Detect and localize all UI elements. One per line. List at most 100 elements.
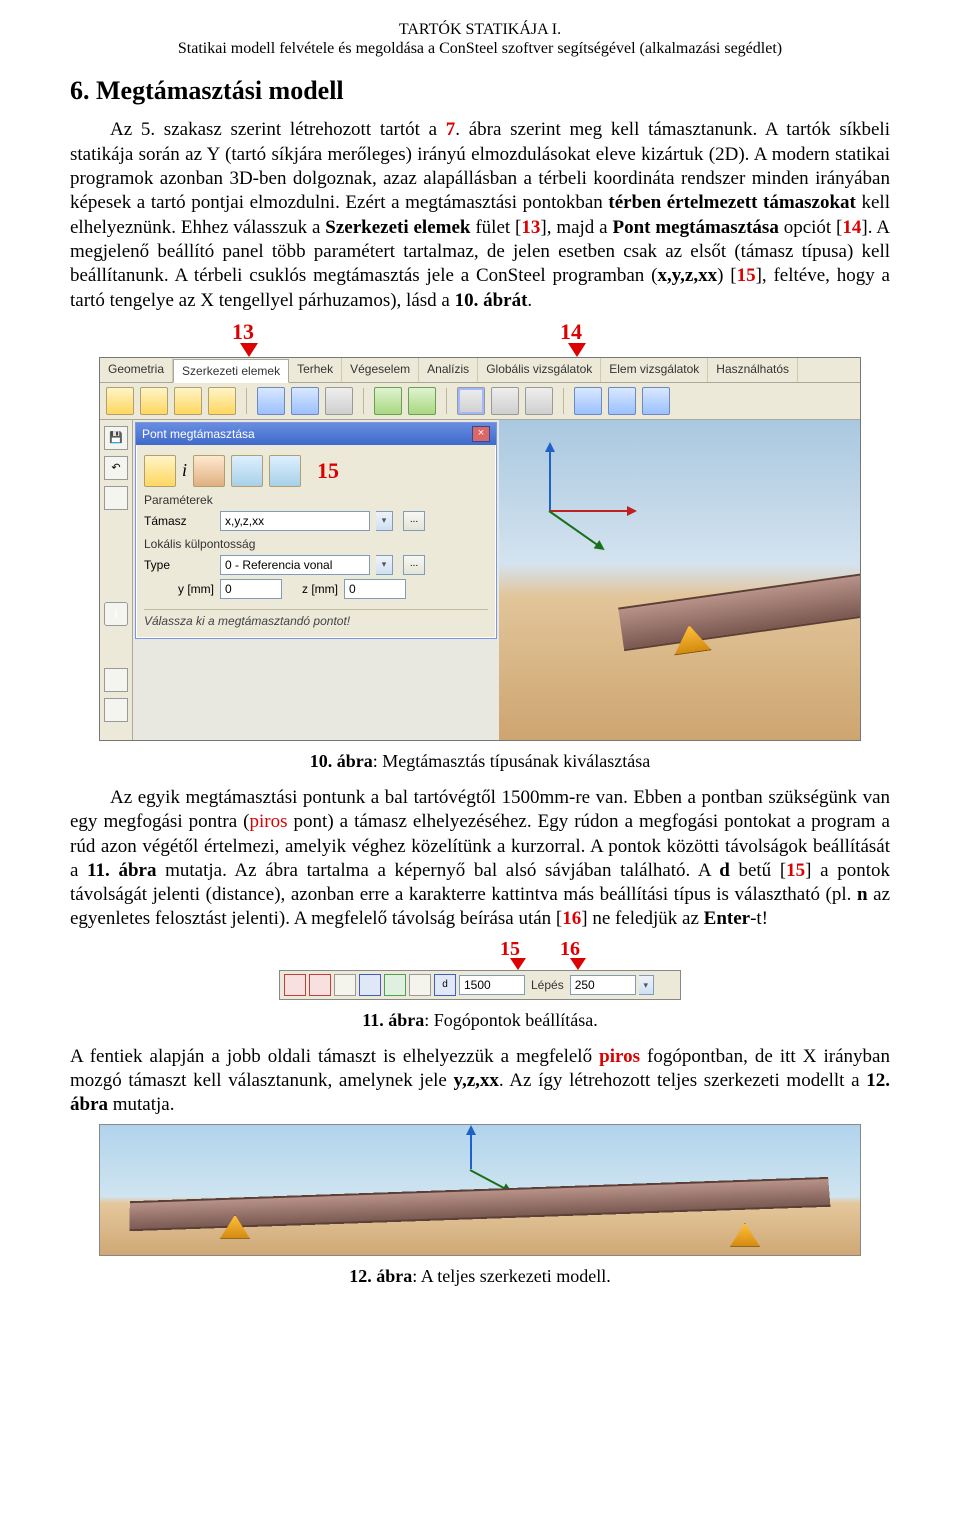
marker-16-arrow xyxy=(570,958,586,970)
snap-icon-5[interactable] xyxy=(384,974,406,996)
snap-icon-4[interactable] xyxy=(359,974,381,996)
panel-mode-icon-2[interactable] xyxy=(193,455,225,487)
left-print-icon[interactable] xyxy=(104,668,128,692)
workspace: 💾 ↶ i Pont megtámasztása × xyxy=(100,420,860,740)
tab-hasznalhatosag[interactable]: Használhatós xyxy=(708,358,798,382)
ribbon-icon-9[interactable] xyxy=(408,387,436,415)
panel-hint: Válassza ki a megtámasztandó pontot! xyxy=(144,609,488,632)
ref-16: 16 xyxy=(562,908,581,929)
panel-close-button[interactable]: × xyxy=(472,426,490,442)
snap-step-dropdown[interactable]: ▾ xyxy=(639,975,654,995)
panel-title-text: Pont megtámasztása xyxy=(142,427,255,441)
panel-mode-icon-4[interactable] xyxy=(269,455,301,487)
ribbon-icon-4[interactable] xyxy=(208,387,236,415)
marker-arrows-13-14: 13 14 xyxy=(70,319,890,357)
panel-mode-icon-1[interactable] xyxy=(144,455,176,487)
param-label: Paraméterek xyxy=(144,493,488,507)
axis-z-2 xyxy=(470,1133,472,1169)
header-line2: Statikai modell felvétele és megoldása a… xyxy=(70,39,890,58)
marker-14-label: 14 xyxy=(560,319,582,345)
page-header: TARTÓK STATIKÁJA I. Statikai modell felv… xyxy=(70,20,890,58)
marker-14-arrow xyxy=(568,343,586,357)
marker-arrows-15-16: 15 16 xyxy=(70,938,890,970)
ribbon-sep-2 xyxy=(363,388,364,414)
axis-x xyxy=(549,510,629,512)
ribbon-icon-13[interactable] xyxy=(574,387,602,415)
panel-body: i 15 Paraméterek Támasz x,y,z,xx ▾ ... xyxy=(136,445,496,638)
snap-d-field[interactable]: 1500 xyxy=(459,975,525,995)
tamasz-dropdown-arrow[interactable]: ▾ xyxy=(376,511,393,531)
axis-y-2 xyxy=(470,1169,506,1190)
tamasz-label: Támasz xyxy=(144,514,214,528)
z-label: z [mm] xyxy=(288,582,338,596)
ribbon-icon-3[interactable] xyxy=(174,387,202,415)
ribbon-icon-12[interactable] xyxy=(525,387,553,415)
ribbon-icon-5[interactable] xyxy=(257,387,285,415)
y-field[interactable]: 0 xyxy=(220,579,282,599)
marker-13-arrow xyxy=(240,343,258,357)
screenshot-full-model xyxy=(99,1124,861,1256)
marker-15-inline: 15 xyxy=(317,458,339,484)
ribbon-icon-11[interactable] xyxy=(491,387,519,415)
ribbon-toolbar xyxy=(100,383,860,420)
paragraph-1: Az 5. szakasz szerint létrehozott tartót… xyxy=(70,118,890,313)
z-field[interactable]: 0 xyxy=(344,579,406,599)
snap-icon-1[interactable] xyxy=(284,974,306,996)
ref-7: 7 xyxy=(446,119,456,140)
ribbon-icon-1[interactable] xyxy=(106,387,134,415)
left-toolbar: 💾 ↶ i xyxy=(100,420,133,740)
type-dropdown-arrow[interactable]: ▾ xyxy=(376,555,393,575)
type-field[interactable]: 0 - Referencia vonal xyxy=(220,555,370,575)
panel-icons-row: i 15 xyxy=(144,455,488,487)
axis-y xyxy=(548,510,598,546)
3d-viewport[interactable] xyxy=(499,420,860,740)
panel-info-i: i xyxy=(182,460,187,481)
snap-icon-2[interactable] xyxy=(309,974,331,996)
ref-14: 14 xyxy=(842,217,861,238)
fig12-caption: 12. ábra: A teljes szerkezeti modell. xyxy=(70,1266,890,1287)
paragraph-3: A fentiek alapján a jobb oldali támaszt … xyxy=(70,1045,890,1118)
tab-globalis[interactable]: Globális vizsgálatok xyxy=(478,358,601,382)
screenshot-consteel-main: Geometria Szerkezeti elemek Terhek Véges… xyxy=(99,357,861,741)
tamasz-more-button[interactable]: ... xyxy=(403,511,425,531)
snap-step-label: Lépés xyxy=(531,978,564,992)
tab-analizis[interactable]: Analízis xyxy=(419,358,478,382)
ref-15b: 15 xyxy=(786,860,805,881)
ribbon-icon-15[interactable] xyxy=(642,387,670,415)
axis-z xyxy=(549,450,551,510)
fig10-caption: 10. ábra: Megtámasztás típusának kiválas… xyxy=(70,751,890,772)
panel-mode-icon-3[interactable] xyxy=(231,455,263,487)
header-line1: TARTÓK STATIKÁJA I. xyxy=(70,20,890,39)
support-right xyxy=(730,1223,760,1247)
tab-terhek[interactable]: Terhek xyxy=(289,358,342,382)
left-tool-icon[interactable] xyxy=(104,486,128,510)
lokalis-label: Lokális külpontosság xyxy=(144,537,488,551)
ribbon-icon-2[interactable] xyxy=(140,387,168,415)
marker-15b-arrow xyxy=(510,958,526,970)
tab-elem-vizsgalatok[interactable]: Elem vizsgálatok xyxy=(601,358,708,382)
ribbon-icon-8[interactable] xyxy=(374,387,402,415)
point-support-panel: Pont megtámasztása × i 15 Paraméterek xyxy=(135,422,497,639)
beam-element xyxy=(618,573,860,651)
snap-d-button[interactable]: d xyxy=(434,974,456,996)
snap-icon-6[interactable] xyxy=(409,974,431,996)
ribbon-point-support-icon[interactable] xyxy=(457,387,485,415)
left-undo-icon[interactable]: ↶ xyxy=(104,456,128,480)
tab-szerkezeti-elemek[interactable]: Szerkezeti elemek xyxy=(173,359,289,383)
ribbon-icon-7[interactable] xyxy=(325,387,353,415)
tab-vegeselem[interactable]: Végeselem xyxy=(342,358,419,382)
snap-icon-3[interactable] xyxy=(334,974,356,996)
left-info-icon[interactable]: i xyxy=(104,602,128,626)
left-save-icon[interactable]: 💾 xyxy=(104,426,128,450)
left-report-icon[interactable] xyxy=(104,698,128,722)
section-title: 6. Megtámasztási modell xyxy=(70,76,890,106)
type-more-button[interactable]: ... xyxy=(403,555,425,575)
ribbon-icon-6[interactable] xyxy=(291,387,319,415)
tab-geometria[interactable]: Geometria xyxy=(100,358,173,382)
main-tabs: Geometria Szerkezeti elemek Terhek Véges… xyxy=(100,358,860,383)
snap-step-field[interactable]: 250 xyxy=(570,975,636,995)
tamasz-field[interactable]: x,y,z,xx xyxy=(220,511,370,531)
ribbon-icon-14[interactable] xyxy=(608,387,636,415)
piros-1: piros xyxy=(250,811,288,832)
panel-titlebar: Pont megtámasztása × xyxy=(136,423,496,445)
